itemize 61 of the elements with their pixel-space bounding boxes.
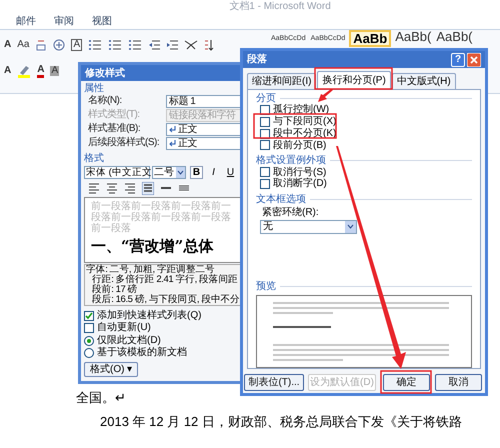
dialog-button[interactable]: 制表位(T)...: [244, 374, 304, 391]
description-line: 段后: 16.5 磅, 与下段同页, 段中不分: [92, 295, 240, 305]
toolbar-button[interactable]: A: [71, 39, 82, 51]
checkbox-label: 段中不分页(K): [273, 128, 336, 140]
dialog-title: 修改样式: [85, 66, 125, 80]
paragraph: 2013 年 12 月 12 日，财政部、税务总局联合下发《关于将铁路: [99, 414, 462, 430]
checkbox-label: 段前分页(B): [273, 140, 326, 151]
toolbar-button[interactable]: Aa: [17, 40, 30, 50]
input-field[interactable]: 正文: [166, 137, 242, 150]
tab[interactable]: 换行和分页(P): [317, 71, 391, 89]
size-dropdown[interactable]: 二号: [152, 166, 186, 178]
description-line: 行距: 多倍行距 2.41 字行, 段落间距: [92, 275, 238, 285]
field-label: 紧密环绕(R):: [261, 206, 319, 218]
dialog-title: 段落: [247, 52, 268, 67]
radio-label: 仅限此文档(D): [97, 335, 161, 346]
checkbox-label: 自动更新(U): [97, 322, 151, 333]
section-heading: 属性: [84, 83, 105, 94]
toolbar-button[interactable]: A: [4, 66, 12, 76]
preview-text: 前一段落前一段落前一段落前一段落前一段落前一段落前一段落前一段落: [91, 201, 232, 234]
font-dropdown[interactable]: 宋体 (中文正文: [84, 166, 150, 178]
checkbox-label: 与下段同页(X): [273, 116, 336, 128]
ribbon-tab[interactable]: 审阅: [52, 14, 76, 29]
format-button[interactable]: B: [190, 166, 203, 178]
format-button[interactable]: I: [207, 166, 220, 178]
tab[interactable]: 中文版式(H): [392, 73, 456, 89]
paragraph: 全国。↵: [76, 390, 126, 406]
input-field[interactable]: 标题 1: [166, 95, 242, 108]
ribbon-tab[interactable]: 视图: [90, 14, 114, 29]
toolbar-button[interactable]: A: [4, 40, 12, 50]
format-button[interactable]: U: [224, 166, 237, 178]
help-button[interactable]: ?: [451, 52, 465, 66]
tab[interactable]: 缩进和间距(I): [247, 73, 316, 89]
preview-heading: 一、“营改增”总体: [91, 237, 214, 256]
toolbar-button[interactable]: A: [50, 66, 60, 76]
section-heading: 分页: [256, 93, 276, 104]
toolbar-button[interactable]: A: [37, 64, 44, 78]
section-heading: 格式设置例外项: [256, 155, 326, 166]
radio-label: 基于该模板的新文档: [97, 347, 187, 358]
description-line: 段前: 17 磅: [92, 285, 138, 295]
checkbox-label: 取消断字(D): [273, 178, 327, 190]
style-gallery-item[interactable]: AaBb(: [394, 30, 432, 43]
section-heading: 格式: [84, 153, 104, 164]
field-label: 样式基准(B):: [88, 123, 142, 134]
field-label: 样式类型(T):: [88, 109, 141, 120]
field-label: 名称(N):: [88, 95, 123, 106]
input-field[interactable]: 正文: [166, 123, 242, 136]
checkbox-label: 添加到快速样式列表(Q): [97, 310, 202, 321]
window-title: 文档1 - Microsoft Word: [229, 2, 331, 12]
checkbox-label: 孤行控制(W): [273, 104, 330, 116]
ribbon-tab[interactable]: 邮件: [14, 14, 38, 29]
style-gallery-item[interactable]: AaBb: [349, 30, 392, 47]
section-heading: 文本框选项: [256, 194, 306, 205]
format-menu-button[interactable]: 格式(O) ▾: [84, 362, 138, 377]
description-line: 字体: 二号, 加粗, 字距调整二号: [86, 265, 215, 275]
tight-wrap-dropdown[interactable]: 无: [260, 220, 357, 234]
dialog-button[interactable]: 确定: [383, 374, 430, 391]
dialog-button[interactable]: 取消: [435, 374, 482, 391]
section-heading: 预览: [256, 281, 276, 292]
style-gallery-item[interactable]: AaBb(: [435, 30, 474, 43]
checkbox-label: 取消行号(S): [273, 166, 326, 178]
field-label: 后续段落样式(S):: [88, 137, 160, 148]
